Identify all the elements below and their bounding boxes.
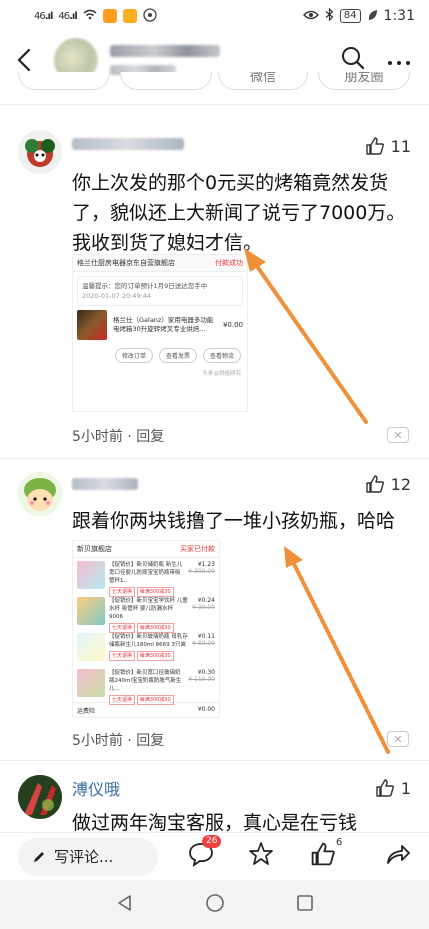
annotation-arrow bbox=[284, 546, 390, 754]
share-button[interactable] bbox=[384, 841, 410, 867]
nav-home-icon[interactable] bbox=[205, 893, 225, 917]
pencil-icon bbox=[34, 851, 44, 862]
thumb-up-icon bbox=[311, 842, 335, 866]
annotation-arrows bbox=[244, 248, 390, 754]
nav-back-icon[interactable] bbox=[116, 894, 134, 916]
annotation-arrow bbox=[244, 248, 368, 424]
like-button[interactable]: 6 bbox=[310, 837, 342, 867]
system-nav-bar bbox=[0, 880, 429, 929]
write-comment-input[interactable]: 写评论... bbox=[18, 837, 158, 876]
comment-action-bar: 写评论... 26 6 bbox=[0, 832, 429, 880]
nav-recents-icon[interactable] bbox=[296, 894, 314, 916]
favorite-button[interactable] bbox=[248, 841, 274, 867]
share-icon bbox=[387, 845, 410, 864]
star-icon bbox=[249, 842, 273, 865]
comment-count-button[interactable]: 26 bbox=[188, 835, 222, 867]
